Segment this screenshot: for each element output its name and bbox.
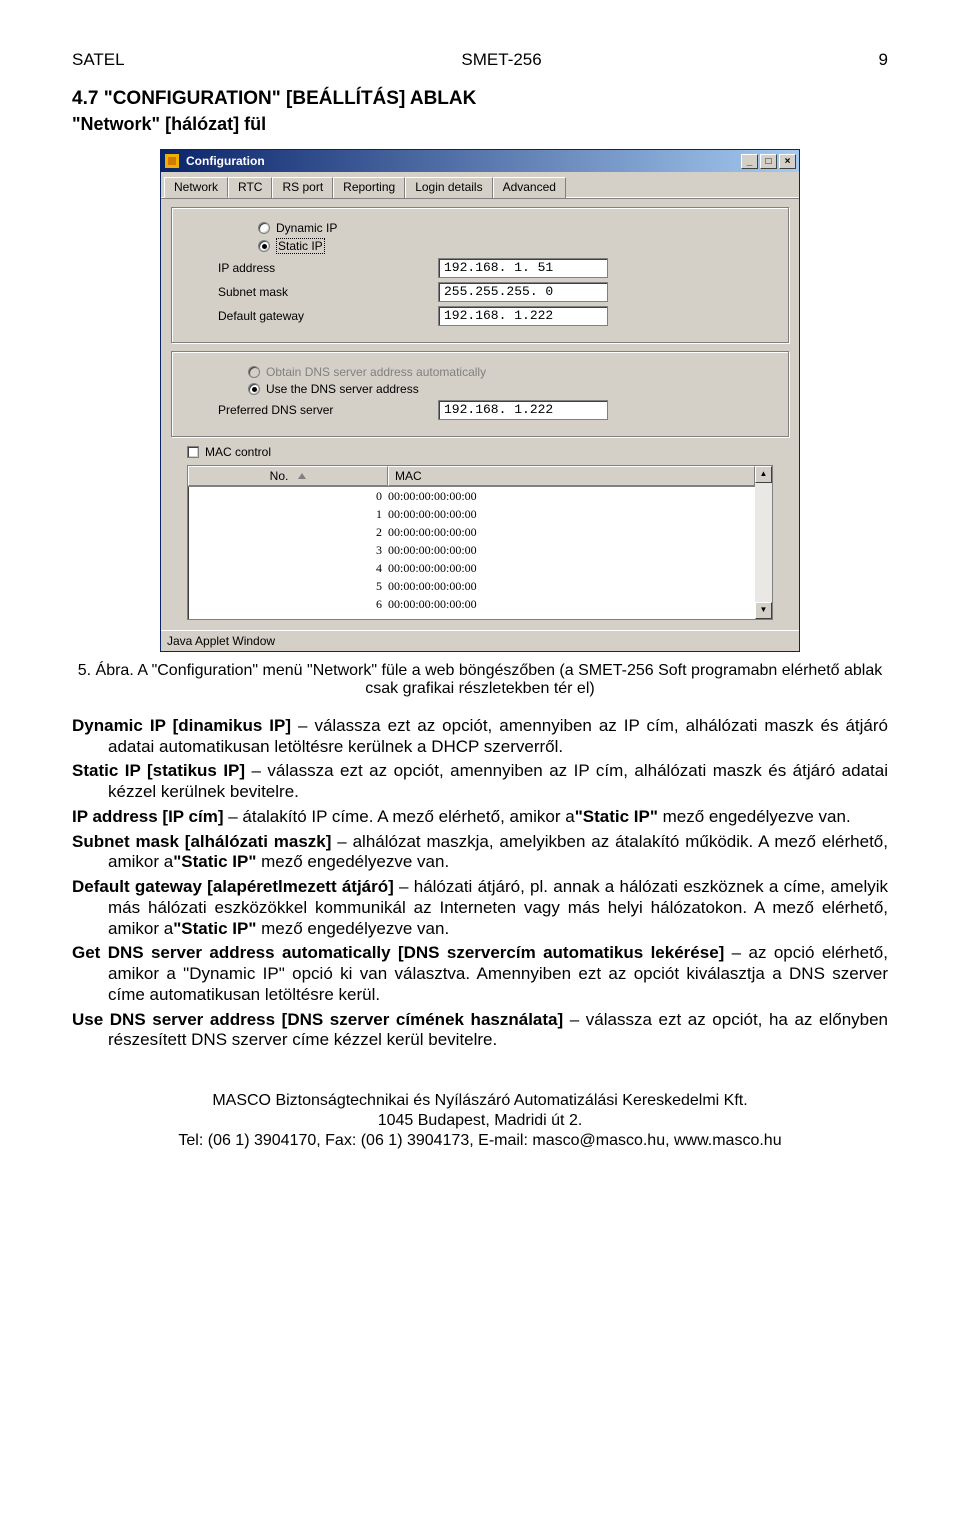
default-gateway-label: Default gateway — [218, 309, 438, 323]
term-subnet: Subnet mask [alhálózati maszk] — [72, 832, 331, 851]
radio-icon — [258, 240, 270, 252]
dns-input[interactable]: 192.168. 1.222 — [438, 400, 608, 420]
term-static-ip: Static IP [statikus IP] — [72, 761, 245, 780]
scroll-track[interactable] — [755, 483, 772, 602]
radio-static-ip[interactable]: Static IP — [258, 238, 772, 254]
radio-icon — [258, 222, 270, 234]
radio-static-label: Static IP — [276, 238, 325, 254]
section-number: 4.7 — [72, 88, 98, 109]
sort-asc-icon — [298, 473, 306, 479]
ip-address-input[interactable]: 192.168. 1. 51 — [438, 258, 608, 278]
footer-line2: 1045 Budapest, Madridi út 2. — [72, 1111, 888, 1131]
col-no-label: No. — [270, 469, 289, 483]
mac-table: No. MAC 000:00:00:00:00:00 100:00:00:00:… — [187, 465, 773, 620]
radio-dns-use-label: Use the DNS server address — [266, 382, 419, 396]
tab-login[interactable]: Login details — [405, 177, 492, 198]
section-title-text: "CONFIGURATION" [BEÁLLÍTÁS] ABLAK — [104, 88, 477, 109]
header-left: SATEL — [72, 50, 125, 70]
section-subtitle: "Network" [hálózat] fül — [72, 114, 888, 135]
term-dynamic-ip: Dynamic IP [dinamikus IP] — [72, 716, 291, 735]
radio-dns-auto-label: Obtain DNS server address automatically — [266, 365, 486, 379]
subnet-mask-label: Subnet mask — [218, 285, 438, 299]
ip-group: Dynamic IP Static IP IP address 192.168.… — [171, 207, 789, 343]
tab-advanced[interactable]: Advanced — [493, 177, 566, 198]
figure-label: 5. Ábra. — [78, 662, 134, 679]
titlebar[interactable]: Configuration _ □ × — [161, 150, 799, 172]
scroll-down-button[interactable]: ▼ — [755, 602, 772, 619]
minimize-button[interactable]: _ — [741, 154, 758, 169]
table-row[interactable]: 600:00:00:00:00:00 — [188, 595, 755, 613]
mac-control-checkbox[interactable]: MAC control — [187, 445, 773, 459]
window-title: Configuration — [186, 154, 735, 168]
tab-network[interactable]: Network — [164, 177, 228, 198]
scroll-up-button[interactable]: ▲ — [755, 466, 772, 483]
footer-line3: Tel: (06 1) 3904170, Fax: (06 1) 3904173… — [72, 1131, 888, 1151]
mac-section: MAC control No. MAC 000:00:00:00:00:00 — [171, 445, 789, 624]
app-icon — [164, 153, 180, 169]
dns-label: Preferred DNS server — [218, 403, 438, 417]
table-row[interactable]: 500:00:00:00:00:00 — [188, 577, 755, 595]
term-dns-use: Use DNS server address [DNS szerver címé… — [72, 1010, 563, 1029]
term-ip-address: IP address [IP cím] — [72, 807, 224, 826]
radio-icon — [248, 366, 260, 378]
tab-reporting[interactable]: Reporting — [333, 177, 405, 198]
mac-rows: 000:00:00:00:00:00 100:00:00:00:00:00 20… — [188, 487, 755, 613]
table-row[interactable]: 100:00:00:00:00:00 — [188, 505, 755, 523]
tab-rsport[interactable]: RS port — [272, 177, 333, 198]
figure-text: A "Configuration" menü "Network" füle a … — [137, 662, 882, 697]
section-title: 4.7 "CONFIGURATION" [BEÁLLÍTÁS] ABLAK — [72, 88, 888, 110]
default-gateway-input[interactable]: 192.168. 1.222 — [438, 306, 608, 326]
col-no[interactable]: No. — [188, 466, 388, 486]
header-center: SMET-256 — [461, 50, 541, 70]
table-row[interactable]: 000:00:00:00:00:00 — [188, 487, 755, 505]
close-button[interactable]: × — [779, 154, 796, 169]
dns-group: Obtain DNS server address automatically … — [171, 351, 789, 437]
term-dns-auto: Get DNS server address automatically [DN… — [72, 943, 724, 962]
footer-line1: MASCO Biztonságtechnikai és Nyílászáró A… — [72, 1091, 888, 1111]
scrollbar[interactable]: ▲ ▼ — [755, 466, 772, 619]
figure-caption: 5. Ábra. A "Configuration" menü "Network… — [72, 662, 888, 698]
page-footer: MASCO Biztonságtechnikai és Nyílászáró A… — [72, 1091, 888, 1151]
col-mac[interactable]: MAC — [388, 466, 755, 486]
page-header: SATEL SMET-256 9 — [72, 50, 888, 70]
checkbox-icon — [187, 446, 199, 458]
radio-dns-use[interactable]: Use the DNS server address — [248, 382, 772, 396]
radio-dynamic-label: Dynamic IP — [276, 221, 337, 235]
mac-control-label: MAC control — [205, 445, 271, 459]
ip-address-label: IP address — [218, 261, 438, 275]
radio-dns-auto: Obtain DNS server address automatically — [248, 365, 772, 379]
header-right: 9 — [879, 50, 888, 70]
body-text: Dynamic IP [dinamikus IP] – válassza ezt… — [72, 716, 888, 1051]
tab-rtc[interactable]: RTC — [228, 177, 272, 198]
term-gateway: Default gateway [alapéretlmezett átjáró] — [72, 877, 394, 896]
tabstrip: Network RTC RS port Reporting Login deta… — [161, 172, 799, 198]
configuration-window: Configuration _ □ × Network RTC RS port … — [160, 149, 800, 652]
radio-icon — [248, 383, 260, 395]
table-row[interactable]: 400:00:00:00:00:00 — [188, 559, 755, 577]
table-row[interactable]: 200:00:00:00:00:00 — [188, 523, 755, 541]
subnet-mask-input[interactable]: 255.255.255. 0 — [438, 282, 608, 302]
statusbar: Java Applet Window — [161, 630, 799, 651]
tab-content-network: Dynamic IP Static IP IP address 192.168.… — [161, 198, 799, 630]
maximize-button[interactable]: □ — [760, 154, 777, 169]
table-row[interactable]: 300:00:00:00:00:00 — [188, 541, 755, 559]
mac-table-header: No. MAC — [188, 466, 755, 487]
radio-dynamic-ip[interactable]: Dynamic IP — [258, 221, 772, 235]
